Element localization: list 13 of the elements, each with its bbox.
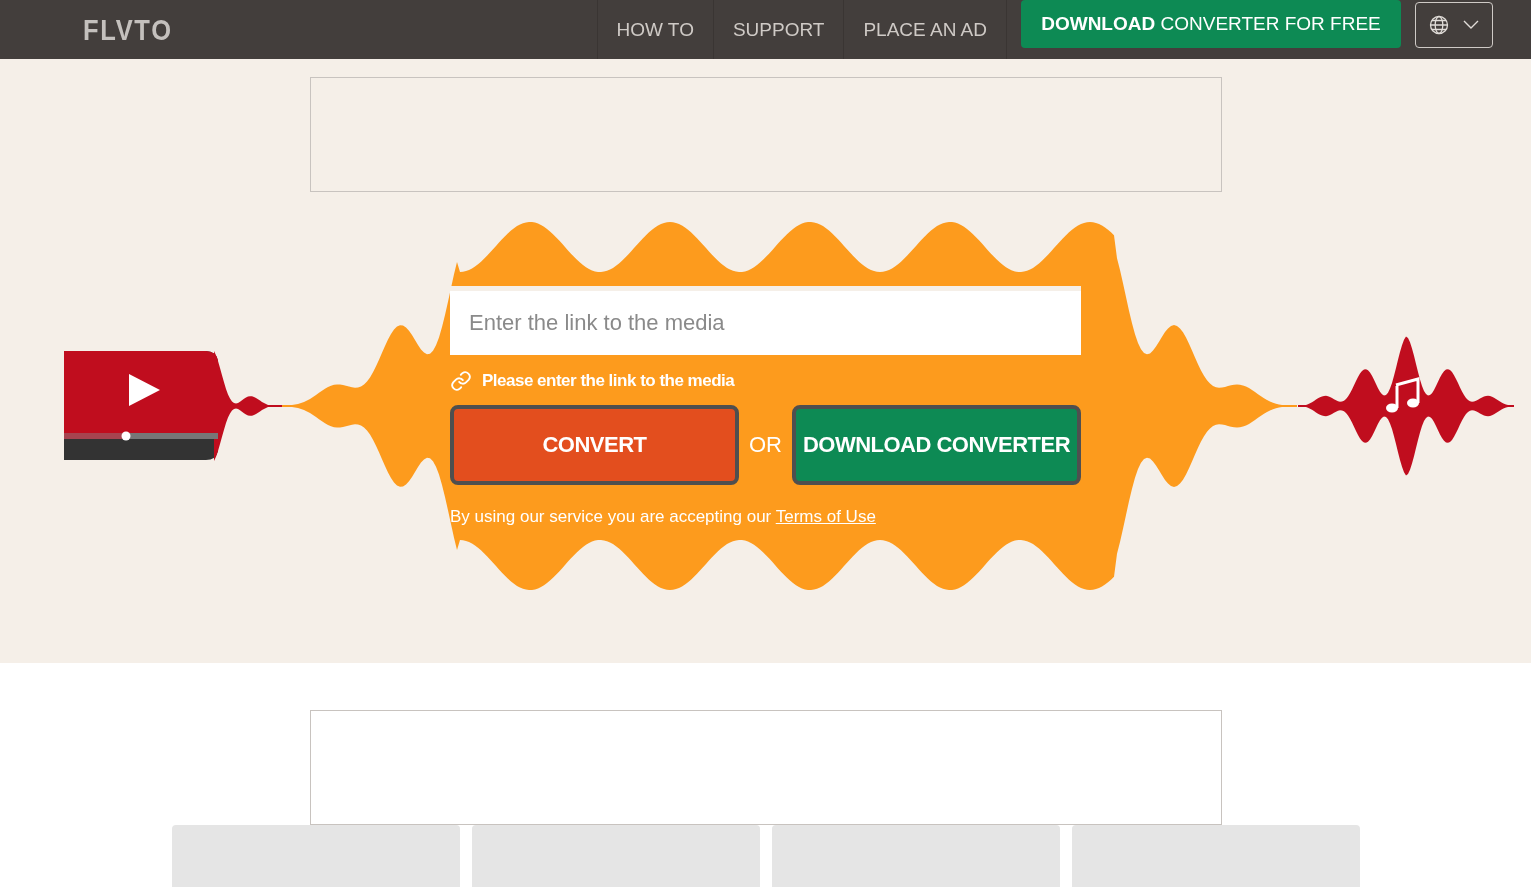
logo[interactable]: FLVTO [83,12,173,47]
terms-text: By using our service you are accepting our Terms of Use [450,507,877,527]
link-icon [450,370,472,392]
media-link-input[interactable]: Enter the link to the media [450,286,1081,355]
hint-text: Please enter the link to the media [482,371,735,391]
globe-icon [1429,15,1449,35]
or-text: OR [749,432,782,458]
convert-button[interactable]: CONVERT [450,405,739,485]
chevron-down-icon [1463,20,1479,30]
music-note-icon [1386,377,1420,413]
download-converter-button[interactable]: DOWNLOAD CONVERTER FOR FREE [1021,0,1401,48]
language-button[interactable] [1415,2,1493,48]
download-converter-button[interactable]: DOWNLOAD CONVERTER [792,405,1081,485]
